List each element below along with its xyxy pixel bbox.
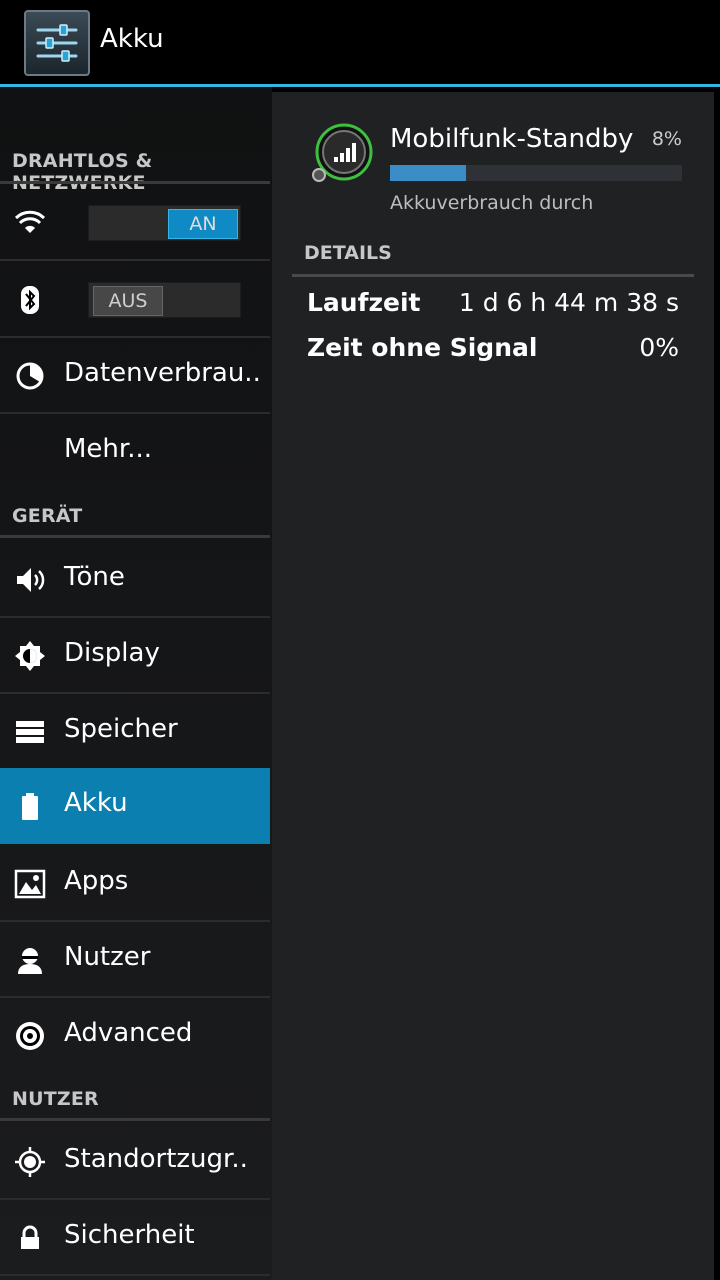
sidebar-item-label: Standortzugr.. [64, 1144, 248, 1174]
divider [0, 1274, 270, 1276]
sidebar-item-label: Advanced [64, 1018, 193, 1048]
sidebar-item-more[interactable]: Mehr... [0, 414, 270, 488]
sidebar-item-security[interactable]: Sicherheit [0, 1200, 270, 1276]
details-rule [292, 274, 694, 277]
sidebar-item-storage[interactable]: Speicher [0, 694, 270, 770]
battery-detail-panel: Mobilfunk-Standby 8% Akkuverbrauch durch… [272, 92, 714, 1280]
data-usage-icon [16, 362, 44, 390]
page-title: Akku [100, 24, 164, 54]
usage-subtitle: Akkuverbrauch durch [390, 192, 594, 214]
apps-icon [14, 869, 46, 899]
wifi-toggle[interactable]: AN [88, 205, 241, 241]
detail-key: Zeit ohne Signal [307, 333, 538, 362]
section-label: GERÄT [12, 505, 83, 527]
sidebar-item-label: Sicherheit [64, 1220, 195, 1250]
sidebar-item-label: Display [64, 638, 160, 668]
wifi-icon [14, 210, 46, 233]
bluetooth-toggle-knob: AUS [93, 286, 163, 316]
storage-icon [16, 721, 44, 743]
detail-value: 0% [639, 333, 679, 362]
brightness-icon [15, 641, 45, 671]
sidebar-item-display[interactable]: Display [0, 618, 270, 694]
volume-icon [17, 568, 45, 592]
detail-key: Laufzeit [307, 288, 421, 317]
sidebar-item-bluetooth[interactable]: AUS [0, 262, 270, 338]
battery-icon [22, 793, 38, 820]
sidebar-item-users[interactable]: Nutzer [0, 922, 270, 998]
section-rule [0, 535, 270, 538]
bluetooth-toggle[interactable]: AUS [88, 282, 241, 318]
settings-sliders-icon[interactable] [24, 10, 90, 76]
sidebar-item-label: Speicher [64, 714, 178, 744]
app-name: Mobilfunk-Standby [390, 124, 634, 154]
sidebar-item-data-usage[interactable]: Datenverbrau.. [0, 338, 270, 414]
divider [0, 259, 270, 261]
section-label: NUTZER [12, 1088, 99, 1110]
sidebar-item-label: Mehr... [64, 434, 153, 464]
sidebar-item-label: Datenverbrau.. [64, 358, 261, 388]
sidebar-item-label: Nutzer [64, 942, 151, 972]
sidebar-item-apps[interactable]: Apps [0, 846, 270, 922]
sidebar-item-wifi[interactable]: AN [0, 185, 270, 261]
sidebar-item-label: Akku [64, 788, 128, 818]
section-rule [0, 181, 270, 184]
settings-sidebar: DRAHTLOS & NETZWERKE AN AUS Datenverbrau [0, 87, 272, 1280]
detail-value: 1 d 6 h 44 m 38 s [458, 288, 679, 317]
location-icon [15, 1147, 45, 1177]
bluetooth-icon [21, 286, 39, 314]
sidebar-item-advanced[interactable]: Advanced [0, 998, 270, 1072]
usage-bar [390, 165, 682, 181]
cell-signal-icon [312, 123, 373, 182]
details-header: DETAILS [304, 242, 392, 264]
user-icon [18, 948, 42, 974]
sidebar-item-label: Töne [64, 562, 125, 592]
lock-icon [21, 1225, 39, 1249]
usage-bar-fill [390, 165, 466, 181]
action-bar: Akku [0, 0, 720, 87]
wifi-toggle-knob: AN [168, 209, 238, 239]
section-rule [0, 1118, 270, 1121]
sidebar-item-label: Apps [64, 866, 129, 896]
usage-percent: 8% [651, 128, 682, 150]
advanced-gear-icon [16, 1022, 44, 1050]
sidebar-item-location[interactable]: Standortzugr.. [0, 1124, 270, 1200]
sidebar-item-battery[interactable]: Akku [0, 768, 270, 844]
sidebar-item-sound[interactable]: Töne [0, 542, 270, 618]
